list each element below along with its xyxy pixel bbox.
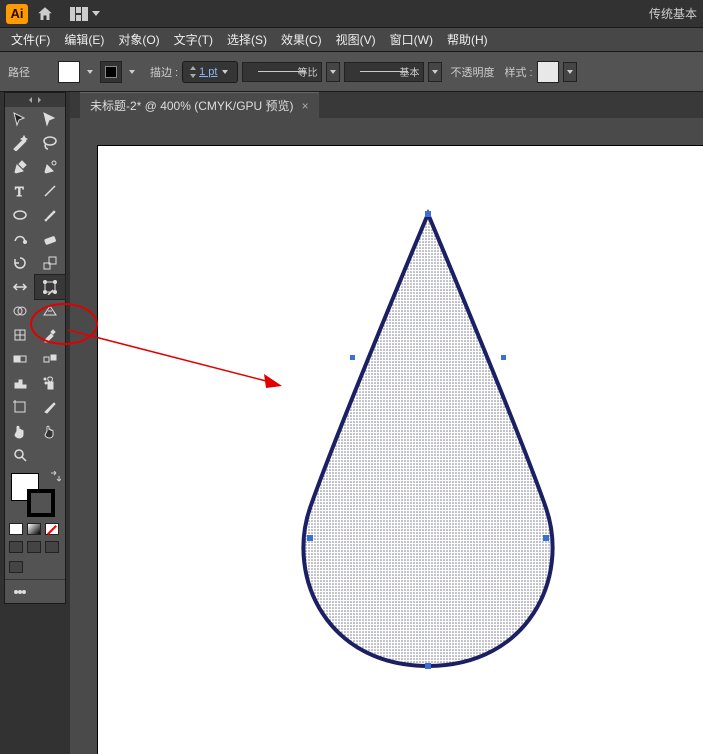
lasso-tool[interactable] (35, 131, 65, 155)
menu-effect[interactable]: 效果(C) (274, 31, 329, 48)
symbol-sprayer-tool[interactable] (35, 371, 65, 395)
color-mode-gradient[interactable] (27, 523, 41, 535)
title-bar: Ai 传统基本 (0, 0, 703, 28)
swap-fill-stroke-icon[interactable] (49, 471, 61, 483)
close-icon[interactable]: × (302, 99, 309, 113)
free-transform-tool[interactable] (35, 275, 65, 299)
screen-mode-button[interactable] (9, 561, 23, 573)
menu-bar: 文件(F) 编辑(E) 对象(O) 文字(T) 选择(S) 效果(C) 视图(V… (0, 28, 703, 52)
control-bar: 路径 描边 : 1 pt 等比 基本 不透明度 样式 : (0, 52, 703, 92)
screen-mode-row (5, 559, 65, 579)
perspective-grid-tool[interactable] (35, 299, 65, 323)
home-icon[interactable] (36, 5, 54, 23)
workspace-switcher[interactable]: 传统基本 (649, 5, 697, 22)
direct-selection-tool[interactable] (35, 107, 65, 131)
opacity-label[interactable]: 不透明度 (450, 64, 494, 80)
brush-definition[interactable]: 基本 (344, 62, 424, 82)
stroke-color-swatch[interactable] (100, 61, 122, 83)
document-area: 未标题-2* @ 400% (CMYK/GPU 预览) × (70, 92, 703, 754)
edit-toolbar[interactable] (5, 580, 35, 604)
print-tiling-tool[interactable] (35, 419, 65, 443)
profile-dropdown[interactable] (326, 62, 340, 82)
brush-dropdown[interactable] (428, 62, 442, 82)
teardrop-path[interactable] (278, 208, 578, 678)
selection-tool[interactable] (5, 107, 35, 131)
app-logo: Ai (6, 4, 28, 24)
graphic-style-swatch[interactable] (537, 61, 559, 83)
artboard-tool[interactable] (5, 395, 35, 419)
width-tool[interactable] (5, 275, 35, 299)
selection-type-label: 路径 (8, 64, 30, 80)
menu-window[interactable]: 窗口(W) (383, 31, 440, 48)
anchor-point[interactable] (350, 355, 355, 360)
chevron-down-icon (92, 11, 100, 16)
canvas[interactable] (70, 118, 703, 754)
rotate-tool[interactable] (5, 251, 35, 275)
chevron-down-icon[interactable] (129, 70, 135, 74)
pen-tool[interactable] (5, 155, 35, 179)
anchor-point[interactable] (501, 355, 506, 360)
stroke-weight-input[interactable]: 1 pt (182, 61, 238, 83)
magic-wand-tool[interactable] (5, 131, 35, 155)
stroke-weight-value[interactable]: 1 pt (199, 66, 217, 78)
menu-edit[interactable]: 编辑(E) (57, 31, 111, 48)
line-segment-tool[interactable] (35, 179, 65, 203)
draw-mode-row (5, 539, 65, 559)
scale-tool[interactable] (35, 251, 65, 275)
paintbrush-tool[interactable] (35, 203, 65, 227)
style-dropdown[interactable] (563, 62, 577, 82)
svg-text:T: T (15, 185, 24, 199)
document-tab-title: 未标题-2* @ 400% (CMYK/GPU 预览) (90, 97, 294, 114)
menu-object[interactable]: 对象(O) (111, 31, 166, 48)
color-mode-row (5, 523, 65, 539)
draw-behind[interactable] (27, 541, 41, 553)
style-label: 样式 : (504, 64, 532, 80)
slice-tool[interactable] (35, 395, 65, 419)
anchor-point[interactable] (425, 211, 431, 217)
color-mode-none[interactable] (45, 523, 59, 535)
ellipse-tool[interactable] (5, 203, 35, 227)
anchor-point[interactable] (307, 535, 313, 541)
fill-color-swatch[interactable] (58, 61, 80, 83)
anchor-point[interactable] (543, 535, 549, 541)
column-graph-tool[interactable] (5, 371, 35, 395)
tools-panel: T (4, 92, 66, 604)
type-tool[interactable]: T (5, 179, 35, 203)
document-tab-bar: 未标题-2* @ 400% (CMYK/GPU 预览) × (70, 92, 703, 118)
eyedropper-tool[interactable] (35, 323, 65, 347)
arrange-documents-button[interactable] (70, 7, 100, 21)
hand-tool[interactable] (5, 419, 35, 443)
zoom-tool[interactable] (5, 443, 35, 467)
tools-panel-grip[interactable] (5, 93, 65, 107)
menu-type[interactable]: 文字(T) (167, 31, 220, 48)
stroke-label: 描边 : (150, 64, 178, 80)
blend-tool[interactable] (35, 347, 65, 371)
draw-normal[interactable] (9, 541, 23, 553)
shape-builder-tool[interactable] (5, 299, 35, 323)
curvature-tool[interactable] (35, 155, 65, 179)
anchor-point[interactable] (425, 663, 431, 669)
mesh-tool[interactable] (5, 323, 35, 347)
draw-inside[interactable] (45, 541, 59, 553)
fill-stroke-selector[interactable] (5, 467, 65, 523)
chevron-down-icon (222, 70, 228, 74)
document-tab[interactable]: 未标题-2* @ 400% (CMYK/GPU 预览) × (80, 92, 319, 118)
variable-width-profile[interactable]: 等比 (242, 62, 322, 82)
menu-view[interactable]: 视图(V) (329, 31, 383, 48)
chevron-down-icon[interactable] (87, 70, 93, 74)
color-mode-solid[interactable] (9, 523, 23, 535)
menu-help[interactable]: 帮助(H) (440, 31, 495, 48)
stroke-swatch-large[interactable] (27, 489, 55, 517)
eraser-tool[interactable] (35, 227, 65, 251)
shaper-tool[interactable] (5, 227, 35, 251)
tool-placeholder (35, 443, 65, 467)
menu-select[interactable]: 选择(S) (220, 31, 274, 48)
menu-file[interactable]: 文件(F) (4, 31, 57, 48)
gradient-tool[interactable] (5, 347, 35, 371)
